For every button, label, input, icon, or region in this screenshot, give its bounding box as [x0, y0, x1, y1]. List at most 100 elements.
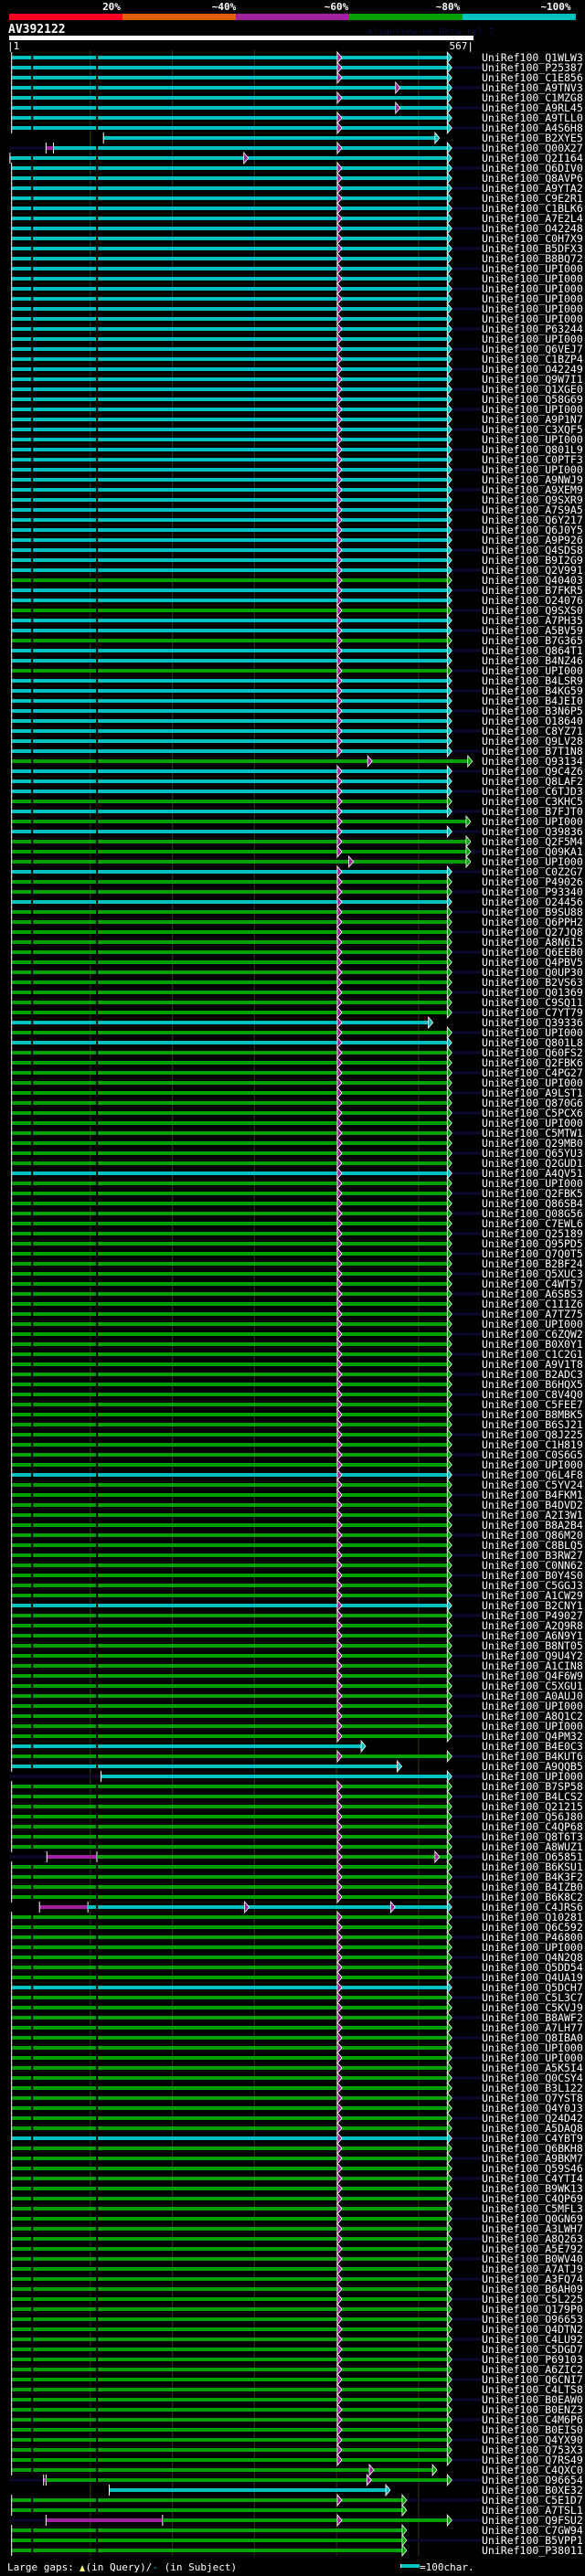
- hsp-marker-icon: [336, 191, 343, 206]
- subject-gap: [31, 2167, 34, 2170]
- subject-gap: [31, 1825, 34, 1829]
- hsp-marker-icon: [336, 1839, 343, 1854]
- hit-end-arrow-icon: [446, 1729, 452, 1744]
- alignment-hits: UniRef100_Q1WLW3UniRef100_P25387UniRef10…: [9, 50, 585, 2558]
- subject-gap: [96, 991, 99, 994]
- subject-gap: [96, 1714, 99, 1718]
- hit-end-arrow-icon: [446, 523, 452, 537]
- hsp-marker-icon: [336, 995, 343, 1010]
- subject-gap: [96, 1463, 99, 1467]
- subject-gap: [31, 2388, 34, 2391]
- subject-gap: [96, 1976, 99, 1979]
- subject-gap: [31, 538, 34, 542]
- subject-gap: [31, 2116, 34, 2120]
- hsp-marker-icon: [336, 734, 343, 748]
- subject-gap: [96, 1061, 99, 1065]
- subject-gap: [31, 1443, 34, 1447]
- hit-end-arrow-icon: [446, 432, 452, 447]
- hsp-marker-icon: [336, 1367, 343, 1382]
- hit-end-arrow-icon: [446, 1196, 452, 1211]
- subject-gap: [96, 438, 99, 441]
- hsp-marker-icon: [336, 2433, 343, 2447]
- hit-end-arrow-icon: [446, 1789, 452, 1804]
- subject-gap: [31, 1393, 34, 1396]
- subject-gap: [96, 1182, 99, 1185]
- hsp-marker-icon: [336, 1216, 343, 1231]
- subject-gap: [31, 1543, 34, 1547]
- subject-gap: [96, 2016, 99, 2019]
- hsp-marker-icon: [336, 1679, 343, 1693]
- hsp-marker-icon: [336, 1628, 343, 1643]
- hit-end-arrow-icon: [401, 2503, 408, 2518]
- subject-gap: [96, 649, 99, 652]
- hsp-marker-icon: [336, 885, 343, 899]
- hsp-marker-icon: [336, 613, 343, 628]
- subject-gap: [31, 639, 34, 642]
- subject-gap: [31, 1453, 34, 1457]
- subject-gap: [96, 337, 99, 341]
- subject-gap: [31, 960, 34, 964]
- hsp-marker-icon: [336, 141, 343, 155]
- subject-gap: [96, 950, 99, 954]
- hsp-marker-icon: [336, 2171, 343, 2186]
- subject-gap: [31, 1352, 34, 1356]
- hsp-marker-icon: [336, 1508, 343, 1522]
- hsp-marker-icon: [336, 1659, 343, 1673]
- subject-gap: [31, 488, 34, 492]
- subject-gap: [96, 1041, 99, 1044]
- subject-gap: [31, 2026, 34, 2030]
- hsp-marker-icon: [336, 1357, 343, 1372]
- subject-gap: [31, 830, 34, 833]
- subject-gap: [96, 2428, 99, 2432]
- subject-gap: [31, 287, 34, 291]
- hit-end-arrow-icon: [446, 533, 452, 547]
- hsp-marker-icon: [336, 623, 343, 638]
- subject-gap: [96, 508, 99, 512]
- subject-gap: [31, 1342, 34, 1346]
- subject-gap: [31, 568, 34, 572]
- subject-gap: [31, 1061, 34, 1065]
- hit-end-arrow-icon: [446, 2121, 452, 2136]
- hit-end-arrow-icon: [446, 171, 452, 186]
- hit-end-arrow-icon: [446, 1417, 452, 1432]
- subject-gap: [96, 1513, 99, 1517]
- subject-gap: [96, 2277, 99, 2281]
- subject-gap: [96, 2006, 99, 2009]
- hsp-marker-icon: [336, 1186, 343, 1201]
- subject-gap: [96, 1141, 99, 1145]
- subject-gap: [31, 1423, 34, 1426]
- subject-gap: [31, 2106, 34, 2110]
- hit-end-arrow-icon: [446, 2161, 452, 2176]
- hit-label[interactable]: UniRef100_P38011: [482, 2544, 583, 2557]
- subject-gap: [96, 237, 99, 240]
- hit-end-arrow-icon: [446, 2342, 452, 2357]
- subject-gap: [31, 1935, 34, 1939]
- hit-end-arrow-icon: [465, 834, 472, 849]
- hsp-marker-icon: [336, 493, 343, 507]
- hit-end-arrow-icon: [446, 653, 452, 668]
- hit-end-arrow-icon: [446, 322, 452, 336]
- hsp-marker-icon: [336, 201, 343, 216]
- hit-end-arrow-icon: [446, 1065, 452, 1080]
- hit-end-arrow-icon: [446, 1890, 452, 1904]
- subject-gap: [31, 237, 34, 240]
- subject-gap: [31, 1644, 34, 1648]
- subject-gap: [96, 1845, 99, 1849]
- hit-end-arrow-icon: [446, 2030, 452, 2045]
- subject-gap: [96, 2418, 99, 2422]
- subject-gap: [96, 1272, 99, 1276]
- subject-gap: [96, 2267, 99, 2271]
- subject-gap: [96, 1101, 99, 1105]
- hit-end-arrow-icon: [446, 1357, 452, 1372]
- subject-gap: [31, 2297, 34, 2301]
- hsp-marker-icon: [336, 2392, 343, 2407]
- hit-end-arrow-icon: [446, 1769, 452, 1784]
- hsp-marker-icon: [336, 1166, 343, 1181]
- hsp-marker-icon: [336, 1317, 343, 1331]
- subject-gap: [31, 1292, 34, 1296]
- hsp-marker-icon: [336, 2282, 343, 2296]
- hsp-marker-icon: [336, 2081, 343, 2095]
- hsp-marker-icon: [336, 231, 343, 246]
- subject-gap: [96, 1011, 99, 1014]
- hsp-marker-icon: [336, 392, 343, 407]
